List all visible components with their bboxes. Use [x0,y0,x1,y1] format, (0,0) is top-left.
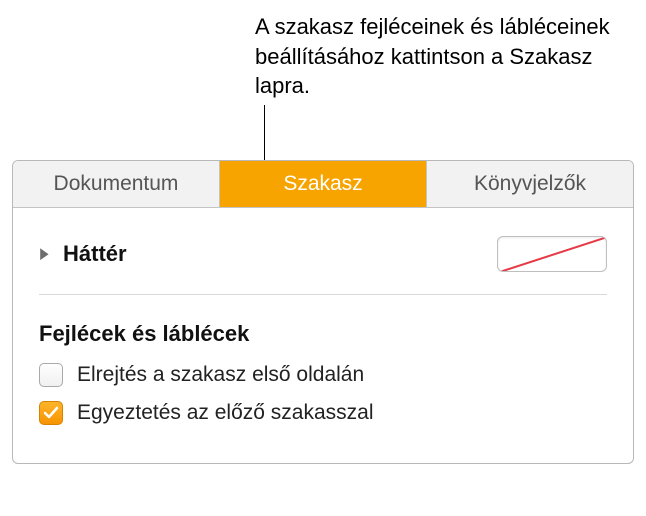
inspector-panel: Dokumentum Szakasz Könyvjelzők Háttér Fe… [12,160,634,464]
tab-bar: Dokumentum Szakasz Könyvjelzők [13,161,633,208]
background-row: Háttér [39,226,607,295]
disclosure-triangle-icon[interactable] [39,247,51,261]
tab-bookmarks[interactable]: Könyvjelzők [427,161,633,207]
hide-first-page-row: Elrejtés a szakasz első oldalán [39,363,607,387]
callout-text: A szakasz fejléceinek és lábléceinek beá… [255,12,635,101]
match-previous-checkbox[interactable] [39,401,63,425]
tab-section[interactable]: Szakasz [220,161,427,207]
headers-footers-title: Fejlécek és láblécek [39,321,607,347]
match-previous-row: Egyeztetés az előző szakasszal [39,401,607,425]
match-previous-label: Egyeztetés az előző szakasszal [77,401,373,425]
hide-first-page-label: Elrejtés a szakasz első oldalán [77,363,364,387]
background-row-left: Háttér [39,241,127,267]
callout-leader-line [264,105,265,160]
tab-document[interactable]: Dokumentum [13,161,220,207]
hide-first-page-checkbox[interactable] [39,363,63,387]
background-color-well[interactable] [497,236,607,272]
background-label: Háttér [63,241,127,267]
panel-body: Háttér Fejlécek és láblécek Elrejtés a s… [13,208,633,463]
